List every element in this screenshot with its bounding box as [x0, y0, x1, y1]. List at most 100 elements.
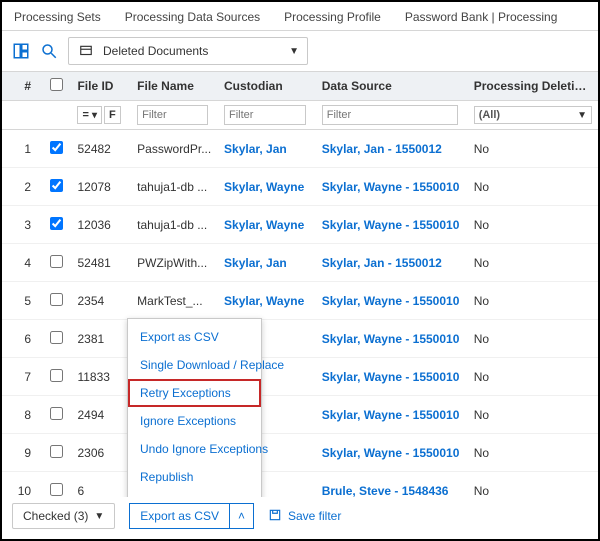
table-row[interactable]: 452481PWZipWith...Skylar, JanSkylar, Jan…	[2, 244, 598, 282]
cell-data-source[interactable]: Skylar, Wayne - 1550010	[316, 396, 468, 434]
cell-data-source[interactable]: Skylar, Wayne - 1550010	[316, 434, 468, 472]
table-row[interactable]: 711833ayneSkylar, Wayne - 1550010No	[2, 358, 598, 396]
row-index: 1	[2, 130, 41, 168]
col-deletion[interactable]: Processing Deletion?	[468, 72, 598, 101]
table-row[interactable]: 82494ayneSkylar, Wayne - 1550010No	[2, 396, 598, 434]
menu-ignore-exceptions[interactable]: Ignore Exceptions	[128, 407, 261, 435]
cell-custodian[interactable]: Skylar, Wayne	[218, 168, 316, 206]
row-checkbox[interactable]	[50, 217, 63, 230]
col-file-id[interactable]: File ID	[71, 72, 131, 101]
save-filter-link[interactable]: Save filter	[268, 508, 341, 525]
cell-file-name: PasswordPr...	[131, 130, 218, 168]
chevron-down-icon: ▼	[289, 46, 299, 57]
cell-deletion: No	[468, 244, 598, 282]
col-file-name[interactable]: File Name	[131, 72, 218, 101]
data-grid: # File ID File Name Custodian Data Sourc…	[2, 72, 598, 510]
view-icon	[77, 42, 95, 60]
tab-processing-profile[interactable]: Processing Profile	[284, 10, 381, 24]
cell-file-id: 52481	[71, 244, 131, 282]
row-index: 7	[2, 358, 41, 396]
col-custodian[interactable]: Custodian	[218, 72, 316, 101]
save-filter-icon	[268, 508, 282, 525]
export-csv-caret[interactable]: ˄	[230, 503, 254, 529]
cell-file-name: PWZipWith...	[131, 244, 218, 282]
row-checkbox[interactable]	[50, 407, 63, 420]
col-data-source[interactable]: Data Source	[316, 72, 468, 101]
table-row[interactable]: 1 52482PasswordPr...Skylar, JanSkylar, Ja…	[2, 130, 598, 168]
row-index: 2	[2, 168, 41, 206]
cell-file-id: 12036	[71, 206, 131, 244]
row-index: 8	[2, 396, 41, 434]
col-checkbox-header[interactable]	[41, 72, 71, 101]
cell-deletion: No	[468, 320, 598, 358]
cell-data-source[interactable]: Skylar, Wayne - 1550010	[316, 358, 468, 396]
cell-file-id: 2494	[71, 396, 131, 434]
file-id-filter-btn[interactable]: F	[104, 106, 121, 124]
export-csv-split-button[interactable]: Export as CSV ˄	[129, 503, 254, 529]
menu-single-download-replace[interactable]: Single Download / Replace	[128, 351, 261, 379]
table-row[interactable]: 2 12078tahuja1-db ...Skylar, WayneSkylar,…	[2, 168, 598, 206]
row-checkbox[interactable]	[50, 331, 63, 344]
row-index: 6	[2, 320, 41, 358]
table-row[interactable]: 5 2354MarkTest_...Skylar, WayneSkylar, Wa…	[2, 282, 598, 320]
cell-deletion: No	[468, 396, 598, 434]
row-checkbox[interactable]	[50, 293, 63, 306]
table-row[interactable]: 92306ayneSkylar, Wayne - 1550010No	[2, 434, 598, 472]
menu-undo-ignore-exceptions[interactable]: Undo Ignore Exceptions	[128, 435, 261, 463]
menu-export-csv[interactable]: Export as CSV	[128, 323, 261, 351]
cell-file-id: 52482	[71, 130, 131, 168]
table-row[interactable]: 62381ayneSkylar, Wayne - 1550010No	[2, 320, 598, 358]
cell-custodian[interactable]: Skylar, Jan	[218, 244, 316, 282]
row-checkbox[interactable]	[50, 141, 63, 154]
row-index: 5	[2, 282, 41, 320]
row-checkbox[interactable]	[50, 179, 63, 192]
cell-data-source[interactable]: Skylar, Wayne - 1550010	[316, 320, 468, 358]
checked-dropdown[interactable]: Checked (3)▼	[12, 503, 115, 529]
cell-file-name: tahuja1-db ...	[131, 168, 218, 206]
view-selector[interactable]: Deleted Documents ▼	[68, 37, 308, 65]
export-csv-button[interactable]: Export as CSV	[129, 503, 230, 529]
col-index[interactable]: #	[2, 72, 41, 101]
row-checkbox[interactable]	[50, 445, 63, 458]
layout-icon[interactable]	[12, 42, 30, 60]
cell-file-id: 2381	[71, 320, 131, 358]
row-index: 9	[2, 434, 41, 472]
cell-data-source[interactable]: Skylar, Wayne - 1550010	[316, 168, 468, 206]
cell-file-id: 2354	[71, 282, 131, 320]
search-icon[interactable]	[40, 42, 58, 60]
row-index: 3	[2, 206, 41, 244]
file-name-filter[interactable]	[137, 105, 208, 125]
tab-processing-sets[interactable]: Processing Sets	[14, 10, 101, 24]
cell-file-name: tahuja1-db ...	[131, 206, 218, 244]
cell-data-source[interactable]: Skylar, Jan - 1550012	[316, 244, 468, 282]
cell-deletion: No	[468, 282, 598, 320]
cell-file-id: 11833	[71, 358, 131, 396]
cell-data-source[interactable]: Skylar, Jan - 1550012	[316, 130, 468, 168]
cell-data-source[interactable]: Skylar, Wayne - 1550010	[316, 282, 468, 320]
context-menu: Export as CSV Single Download / Replace …	[127, 318, 262, 524]
cell-data-source[interactable]: Skylar, Wayne - 1550010	[316, 206, 468, 244]
menu-retry-exceptions[interactable]: Retry Exceptions	[128, 379, 261, 407]
cell-deletion: No	[468, 206, 598, 244]
cell-custodian[interactable]: Skylar, Wayne	[218, 206, 316, 244]
file-id-op-select[interactable]: = ▾	[77, 106, 102, 124]
tab-password-bank[interactable]: Password Bank | Processing	[405, 10, 558, 24]
row-checkbox[interactable]	[50, 369, 63, 382]
data-source-filter[interactable]	[322, 105, 458, 125]
deletion-filter-select[interactable]: (All)▼	[474, 106, 592, 124]
cell-deletion: No	[468, 434, 598, 472]
tab-processing-data-sources[interactable]: Processing Data Sources	[125, 10, 260, 24]
table-row[interactable]: 3 12036tahuja1-db ...Skylar, WayneSkylar,…	[2, 206, 598, 244]
cell-custodian[interactable]: Skylar, Wayne	[218, 282, 316, 320]
cell-deletion: No	[468, 168, 598, 206]
menu-republish[interactable]: Republish	[128, 463, 261, 491]
custodian-filter[interactable]	[224, 105, 306, 125]
row-checkbox[interactable]	[50, 255, 63, 268]
cell-file-name: MarkTest_...	[131, 282, 218, 320]
view-label: Deleted Documents	[103, 44, 208, 58]
select-all-checkbox[interactable]	[50, 78, 63, 91]
cell-custodian[interactable]: Skylar, Jan	[218, 130, 316, 168]
cell-file-id: 12078	[71, 168, 131, 206]
cell-deletion: No	[468, 358, 598, 396]
row-checkbox[interactable]	[50, 483, 63, 496]
